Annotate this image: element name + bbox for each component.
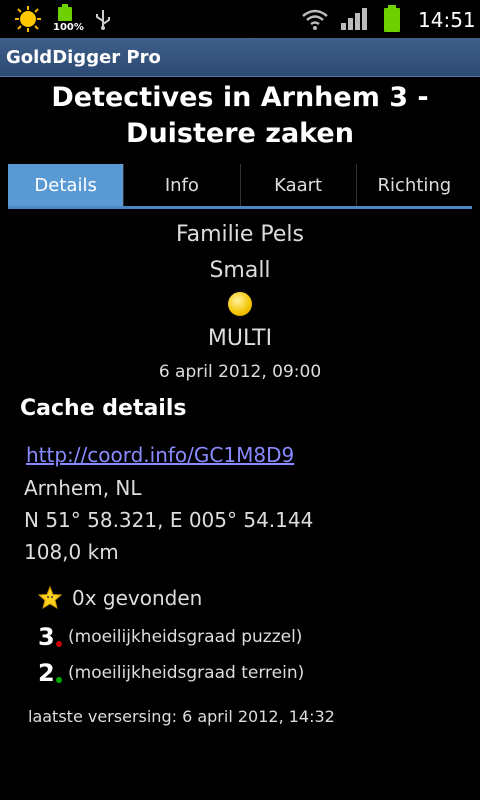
battery-icon	[384, 5, 400, 32]
star-icon	[38, 586, 62, 610]
tab-bar: Details Info Kaart Richting	[8, 164, 472, 209]
page-title: Detectives in Arnhem 3 - Duistere zaken	[51, 82, 429, 149]
terrain-label: (moeilijkheidsgraad terrein)	[68, 663, 305, 683]
difficulty-dot-icon	[56, 641, 62, 647]
signal-icon	[341, 8, 367, 30]
status-bar: 100% 14:51	[0, 0, 480, 38]
found-count: 0x gevonden	[72, 586, 203, 610]
found-count-row: 0x gevonden	[38, 586, 202, 610]
cache-owner: Familie Pels	[175, 222, 304, 247]
difficulty-value: 3	[38, 623, 55, 651]
app-title: GoldDigger Pro	[6, 47, 161, 68]
difficulty-label: (moeilijkheidsgraad puzzel)	[68, 627, 303, 647]
yellow-dot-icon	[228, 292, 252, 316]
cache-coordinates: N 51° 58.321, E 005° 54.144	[24, 508, 314, 532]
cache-type: MULTI	[207, 326, 273, 351]
tab-info[interactable]: Info	[123, 164, 239, 206]
clock: 14:51	[418, 8, 476, 32]
section-title: Cache details	[20, 396, 187, 421]
cache-size-indicator	[0, 292, 480, 318]
terrain-value: 2	[38, 659, 55, 687]
cache-distance: 108,0 km	[24, 540, 119, 564]
terrain-dot-icon	[56, 677, 62, 683]
tab-kaart[interactable]: Kaart	[239, 164, 356, 206]
tab-richting[interactable]: Richting	[355, 164, 472, 206]
weather-sun-icon	[15, 6, 41, 32]
cache-link[interactable]: http://coord.info/GC1M8D9	[26, 443, 294, 467]
usb-icon	[96, 10, 110, 30]
tab-details[interactable]: Details	[8, 164, 124, 206]
battery-percentage: 100%	[53, 22, 84, 33]
cache-location: Arnhem, NL	[24, 476, 142, 500]
cache-date: 6 april 2012, 09:00	[158, 362, 322, 382]
app-bar: GoldDigger Pro	[0, 38, 480, 77]
last-update: laatste versersing: 6 april 2012, 14:32	[28, 707, 335, 726]
difficulty-row: 3 (moeilijkheidsgraad puzzel)	[38, 623, 302, 651]
cache-size: Small	[209, 258, 271, 283]
terrain-row: 2 (moeilijkheidsgraad terrein)	[38, 659, 304, 687]
wifi-icon	[302, 9, 328, 30]
